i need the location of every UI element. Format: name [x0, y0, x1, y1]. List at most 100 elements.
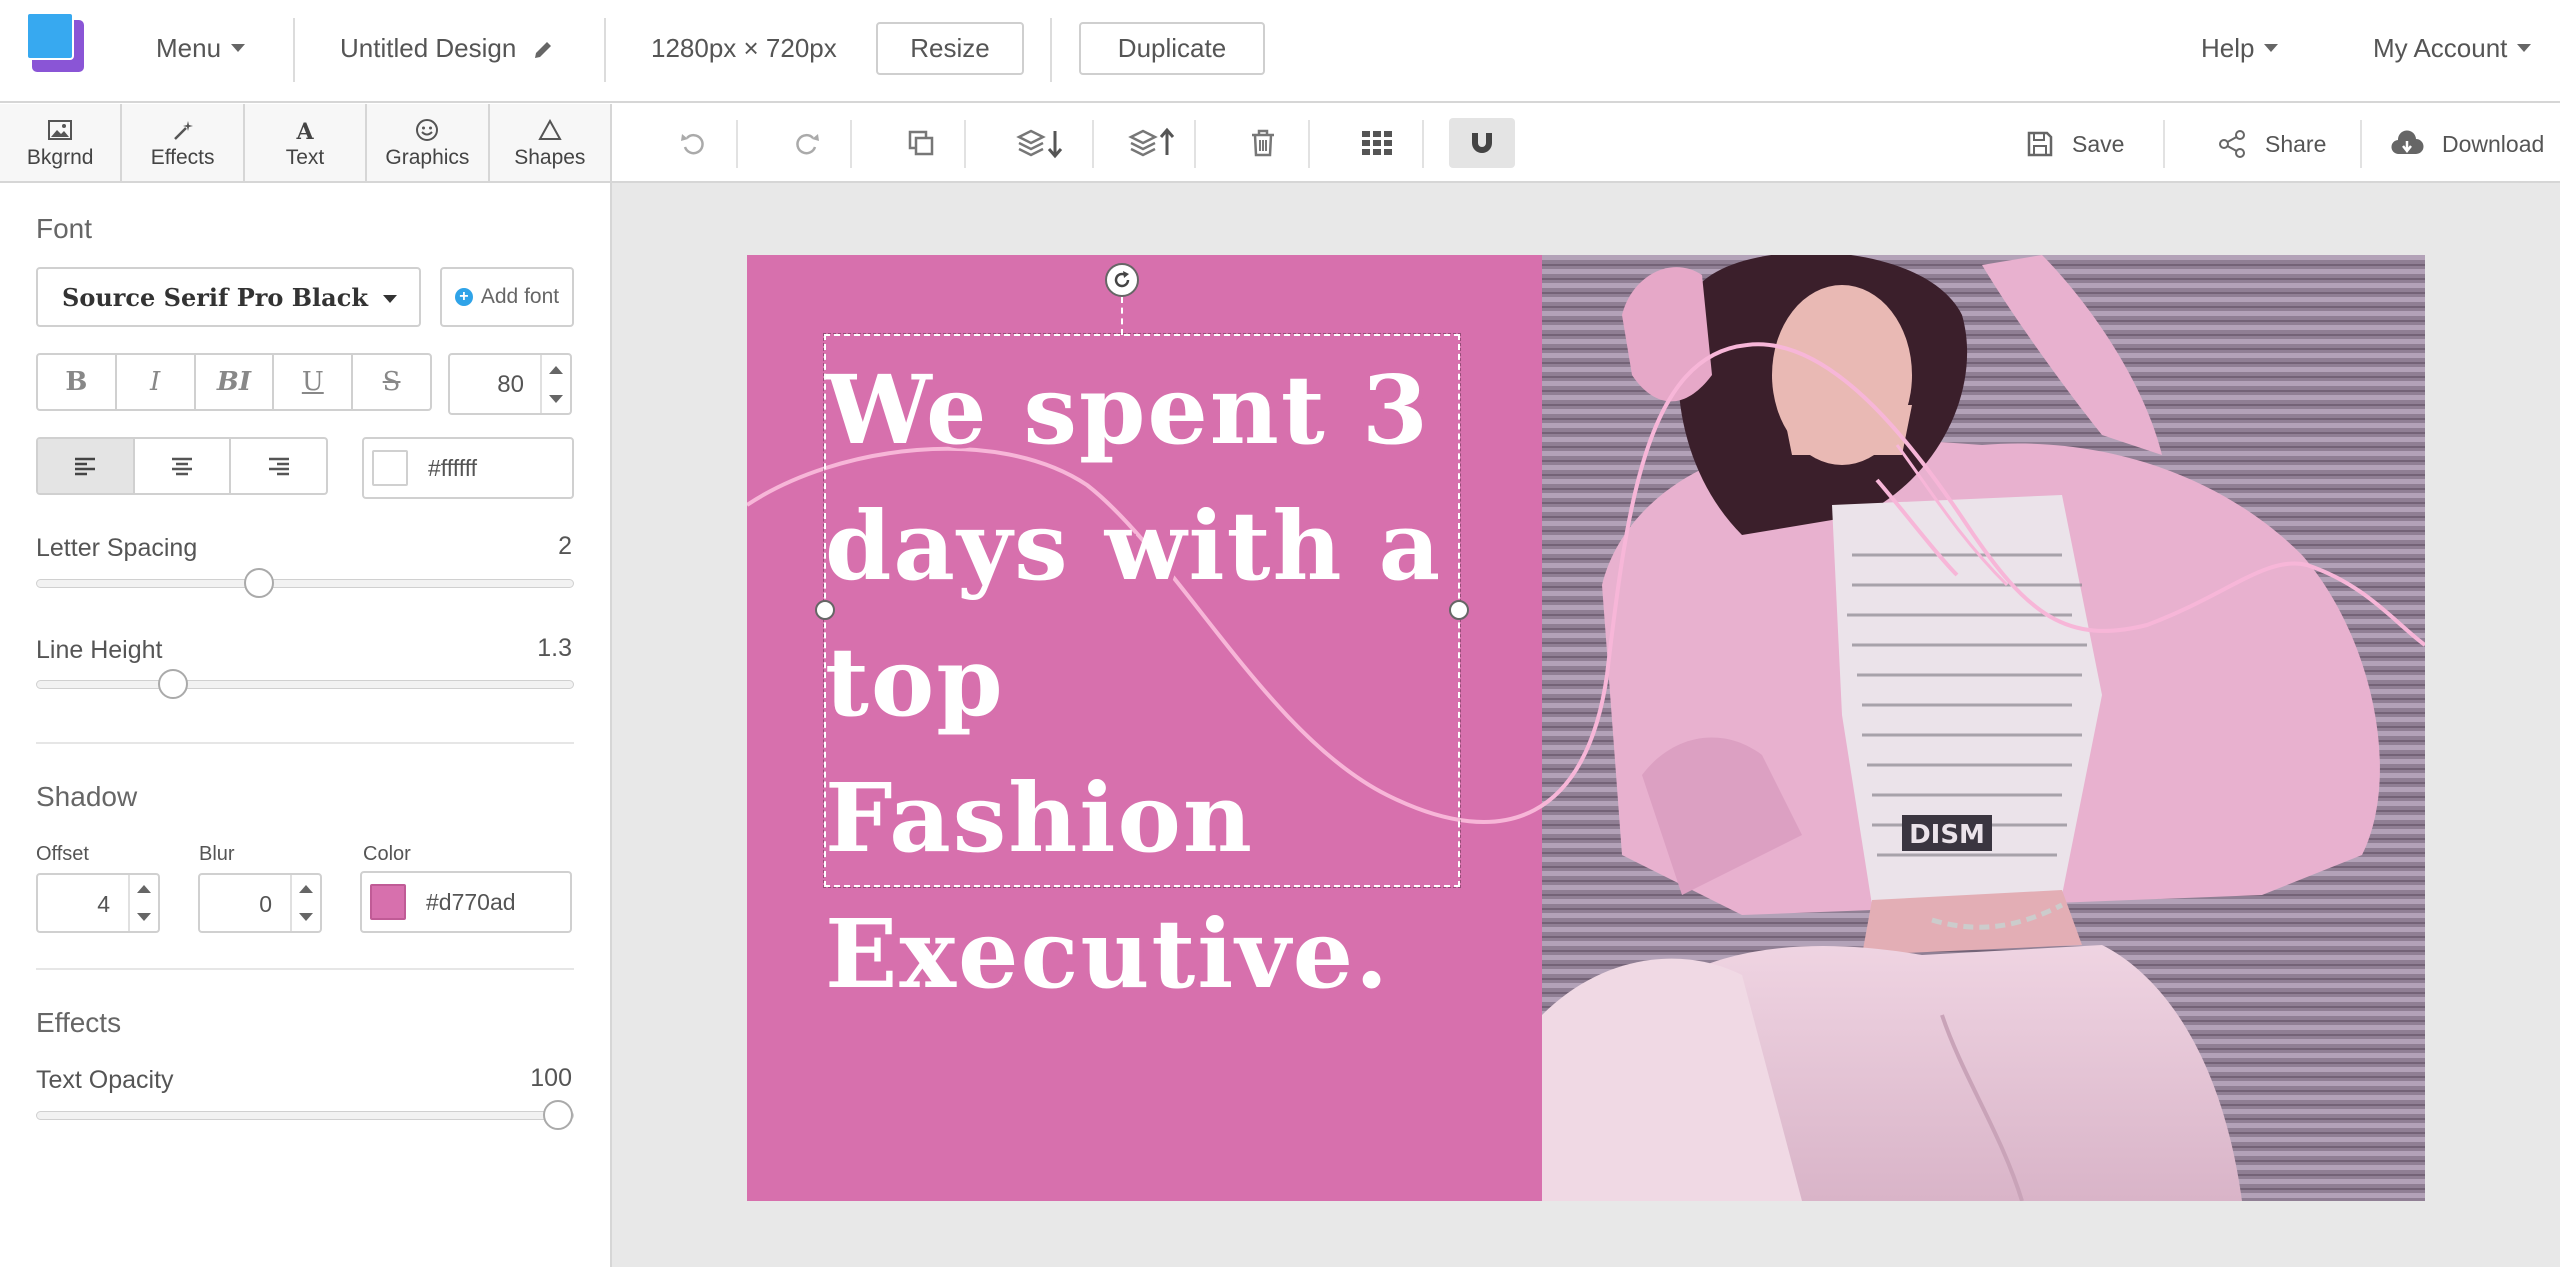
- tab-effects[interactable]: Effects: [122, 104, 245, 181]
- trash-icon: [1252, 129, 1274, 157]
- font-section-title: Font: [36, 213, 93, 244]
- align-left-button[interactable]: [38, 439, 135, 493]
- save-label: Save: [2072, 130, 2125, 157]
- separator: [1308, 120, 1310, 168]
- italic-button[interactable]: I: [117, 355, 196, 409]
- tab-text[interactable]: A Text: [245, 104, 368, 181]
- share-button[interactable]: Share: [2217, 124, 2326, 164]
- pencil-icon: [534, 42, 551, 59]
- blur-value: 0: [259, 891, 272, 917]
- strikethrough-button[interactable]: S: [353, 355, 430, 409]
- bold-button[interactable]: B: [38, 355, 117, 409]
- duplicate-layer-button[interactable]: [888, 118, 954, 168]
- separator: [964, 120, 966, 168]
- redo-icon: [796, 133, 819, 155]
- redo-button[interactable]: [774, 118, 840, 168]
- delete-button[interactable]: [1230, 118, 1296, 168]
- letter-spacing-value: 2: [558, 532, 572, 560]
- letter-spacing-label: Letter Spacing: [36, 534, 198, 562]
- separator: [2163, 120, 2165, 168]
- slider-handle[interactable]: [158, 669, 188, 699]
- share-label: Share: [2265, 130, 2327, 157]
- help-dropdown[interactable]: Help: [2201, 30, 2279, 66]
- tab-shapes[interactable]: Shapes: [490, 104, 613, 181]
- tab-graphics[interactable]: Graphics: [367, 104, 490, 181]
- font-family-value: Source Serif Pro Black: [62, 282, 368, 312]
- font-color-picker[interactable]: #ffffff: [362, 437, 574, 499]
- divider: [36, 968, 574, 970]
- canvas-workspace[interactable]: DISM We spent 3 days with a top Fashion …: [612, 183, 2560, 1267]
- shadow-color-picker[interactable]: #d770ad: [360, 871, 572, 933]
- triangle-icon: [538, 118, 562, 140]
- increment-arrow-icon[interactable]: [542, 355, 570, 384]
- separator: [736, 120, 738, 168]
- decrement-arrow-icon[interactable]: [130, 903, 158, 931]
- resize-handle-right[interactable]: [1449, 600, 1469, 620]
- decrement-arrow-icon[interactable]: [292, 903, 320, 931]
- save-button[interactable]: Save: [2026, 124, 2124, 164]
- letter-spacing-slider[interactable]: [36, 568, 574, 598]
- design-canvas[interactable]: DISM We spent 3 days with a top Fashion …: [747, 255, 2425, 1201]
- decrement-arrow-icon[interactable]: [542, 384, 570, 413]
- account-dropdown[interactable]: My Account: [2373, 30, 2532, 66]
- download-button[interactable]: Download: [2390, 124, 2544, 164]
- resize-button[interactable]: Resize: [876, 22, 1024, 75]
- grid-button[interactable]: [1344, 118, 1410, 168]
- text-style-buttons: B I BI U S: [36, 353, 432, 411]
- canvas-dimensions: 1280px × 720px: [651, 33, 837, 63]
- tab-label: Effects: [150, 145, 215, 169]
- increment-arrow-icon[interactable]: [130, 875, 158, 903]
- text-align-buttons: [36, 437, 328, 495]
- slider-handle[interactable]: [244, 568, 274, 598]
- add-font-button[interactable]: + Add font: [440, 267, 574, 327]
- app-logo[interactable]: [26, 12, 86, 72]
- chevron-down-icon: [2517, 44, 2532, 53]
- tab-background[interactable]: Bkgrnd: [0, 104, 123, 181]
- rotate-icon: [1114, 271, 1130, 288]
- send-backward-button[interactable]: [1000, 118, 1080, 168]
- separator: [850, 120, 852, 168]
- tool-tabs: Bkgrnd Effects A Text Graphics Shapes: [0, 104, 613, 183]
- text-icon: A: [295, 119, 314, 142]
- align-center-icon: [172, 457, 192, 476]
- separator: [2360, 120, 2362, 168]
- svg-text:A: A: [295, 119, 314, 142]
- font-size-stepper[interactable]: 80: [448, 353, 572, 415]
- text-opacity-slider[interactable]: [36, 1100, 574, 1130]
- image-icon: [48, 119, 73, 140]
- undo-button[interactable]: [660, 118, 726, 168]
- separator: [293, 18, 295, 82]
- bold-italic-button[interactable]: BI: [196, 355, 275, 409]
- align-right-button[interactable]: [231, 439, 326, 493]
- menu-label: Menu: [156, 33, 222, 63]
- text-selection-box[interactable]: [815, 333, 1469, 888]
- resize-handle-left[interactable]: [815, 600, 835, 620]
- duplicate-button[interactable]: Duplicate: [1079, 22, 1265, 75]
- underline-button[interactable]: U: [274, 355, 354, 409]
- chevron-down-icon: [383, 295, 397, 303]
- design-title[interactable]: Untitled Design: [340, 30, 554, 66]
- duplicate-icon: [908, 130, 934, 156]
- action-toolbar: Save Share Download: [612, 104, 2560, 183]
- magic-wand-icon: [173, 120, 193, 140]
- divider: [36, 742, 574, 744]
- tab-label: Bkgrnd: [26, 145, 94, 169]
- line-height-slider[interactable]: [36, 669, 574, 699]
- slider-handle[interactable]: [543, 1100, 573, 1130]
- shadow-offset-stepper[interactable]: 4: [36, 873, 160, 933]
- align-center-button[interactable]: [135, 439, 232, 493]
- align-right-icon: [268, 457, 289, 476]
- increment-arrow-icon[interactable]: [292, 875, 320, 903]
- top-bar: Menu Untitled Design 1280px × 720px Resi…: [0, 0, 2560, 103]
- shadow-blur-stepper[interactable]: 0: [198, 873, 322, 933]
- separator: [1194, 120, 1196, 168]
- rotate-handle[interactable]: [1105, 263, 1139, 297]
- help-label: Help: [2201, 33, 2255, 63]
- align-left-icon: [75, 457, 96, 476]
- snap-toggle[interactable]: [1449, 118, 1515, 168]
- offset-label: Offset: [36, 843, 89, 865]
- menu-dropdown[interactable]: Menu: [156, 30, 246, 66]
- bring-forward-button[interactable]: [1112, 118, 1192, 168]
- smiley-icon: [416, 118, 439, 141]
- font-family-select[interactable]: Source Serif Pro Black: [36, 267, 421, 327]
